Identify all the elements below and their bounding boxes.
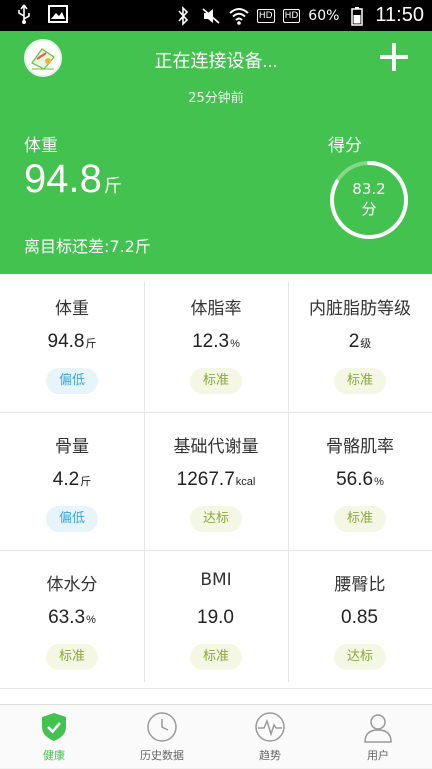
target-difference: 离目标还差:7.2斤 [24,237,151,256]
weight-unit: 斤 [103,176,122,196]
metric-unit: kcal [235,476,256,488]
connection-status: 正在连接设备... [154,51,278,71]
summary-header: 正在连接设备... 25分钟前 体重 94.8 斤 离目标还差:7.2斤 得分 … [0,31,432,274]
metric-cell-visceral-fat[interactable]: 内脏脂肪等级 2级 标准 [288,274,432,412]
score-unit: 分 [361,200,377,218]
nav-label: 趋势 [259,749,281,762]
metric-value-line: 56.6% [288,469,432,491]
sim2-signal: HD [282,8,301,23]
metric-title: 骨量 [55,437,89,457]
metric-value-line: 12.3% [144,331,288,353]
grid-divider [0,688,432,689]
grid-divider [144,282,145,682]
metric-value: 94.8 [47,331,85,352]
metric-title: 体脂率 [190,299,242,319]
status-badge: 标准 [334,506,386,532]
nav-history[interactable]: 历史数据 [108,705,216,769]
bluetooth-icon [173,5,193,26]
metric-title: 骨骼肌率 [326,437,394,457]
system-status: HD HD 60% 11:50 [173,0,424,31]
metric-value: 4.2 [52,469,80,490]
add-button[interactable] [380,43,408,71]
metric-value-line: 1267.7kcal [144,469,288,491]
status-badge: 达标 [190,506,242,532]
metric-cell-muscle-rate[interactable]: 骨骼肌率 56.6% 标准 [288,412,432,550]
sim1-signal: HD [256,8,275,23]
pulse-icon [255,712,285,742]
status-badge: 偏低 [46,368,98,394]
metric-value-line: 19.0 [144,607,288,629]
user-icon [364,714,392,743]
nav-health[interactable]: 健康 [0,705,108,769]
metric-cell-bone-mass[interactable]: 骨量 4.2斤 偏低 [0,412,144,550]
metric-title: BMI [200,570,232,590]
status-badge: 标准 [190,644,242,670]
bottom-nav: 健康 历史数据 趋势 用户 [0,704,432,768]
score-label: 得分 [328,136,362,156]
metric-value-line: 4.2斤 [0,469,144,491]
metric-value-line: 94.8斤 [0,331,144,353]
weight-display: 94.8 斤 [24,157,122,202]
score-value: 83.2 [352,180,386,198]
metric-unit: % [374,476,384,488]
metric-value: 12.3 [192,331,230,352]
usb-icon [14,4,34,24]
metric-value: 56.6 [336,469,374,490]
metric-value: 19.0 [197,607,234,628]
metric-value: 0.85 [341,607,378,628]
battery-percent: 60% [308,7,340,24]
nav-trend[interactable]: 趋势 [216,705,324,769]
mute-icon [201,6,221,26]
clock: 11:50 [375,4,424,26]
metric-value-line: 0.85 [288,607,432,629]
metric-cell-bmr[interactable]: 基础代谢量 1267.7kcal 达标 [144,412,288,550]
metrics-grid: 体重 94.8斤 偏低 体脂率 12.3% 标准 内脏脂肪等级 2级 标准 骨量… [0,274,432,704]
metric-cell-body-water[interactable]: 体水分 63.3% 标准 [0,550,144,688]
metric-cell-waist-hip[interactable]: 腰臀比 0.85 达标 [288,550,432,688]
metric-unit: % [230,338,240,350]
status-bar: HD HD 60% 11:50 [0,0,432,31]
image-icon [48,4,68,24]
metric-title: 腰臀比 [334,575,386,595]
metric-cell-body-fat[interactable]: 体脂率 12.3% 标准 [144,274,288,412]
wifi-icon [229,6,249,26]
nav-label: 历史数据 [140,749,184,762]
metric-title: 体重 [55,299,89,319]
status-badge: 标准 [334,368,386,394]
metric-value: 1267.7 [176,469,235,490]
nav-label: 健康 [43,749,65,762]
grid-divider [0,550,432,551]
metric-cell-weight[interactable]: 体重 94.8斤 偏低 [0,274,144,412]
grid-divider [0,412,432,413]
metric-value: 2 [348,331,360,352]
score-display: 83.2 分 [328,179,410,219]
nav-user[interactable]: 用户 [324,705,432,769]
last-sync-time: 25分钟前 [188,91,244,106]
weight-value: 94.8 [24,157,102,201]
metric-unit: 斤 [80,476,92,488]
metric-unit: 斤 [85,338,97,350]
metric-unit: 级 [360,338,372,350]
status-badge: 偏低 [46,506,98,532]
shield-check-icon [42,713,66,741]
grid-divider [288,282,289,682]
nav-label: 用户 [367,749,389,762]
status-badge: 标准 [190,368,242,394]
clock-icon [147,712,177,742]
weight-label: 体重 [24,136,58,156]
status-badge: 达标 [334,644,386,670]
metric-title: 体水分 [46,575,98,595]
metric-cell-bmi[interactable]: BMI 19.0 标准 [144,550,288,688]
status-badge: 标准 [46,644,98,670]
metric-value-line: 2级 [288,331,432,353]
notification-icons [14,4,68,24]
metric-value: 63.3 [48,607,86,628]
metric-unit: % [86,614,96,626]
metric-title: 基础代谢量 [173,437,259,457]
metric-title: 内脏脂肪等级 [309,299,411,319]
battery-icon [347,6,367,26]
metric-value-line: 63.3% [0,607,144,629]
